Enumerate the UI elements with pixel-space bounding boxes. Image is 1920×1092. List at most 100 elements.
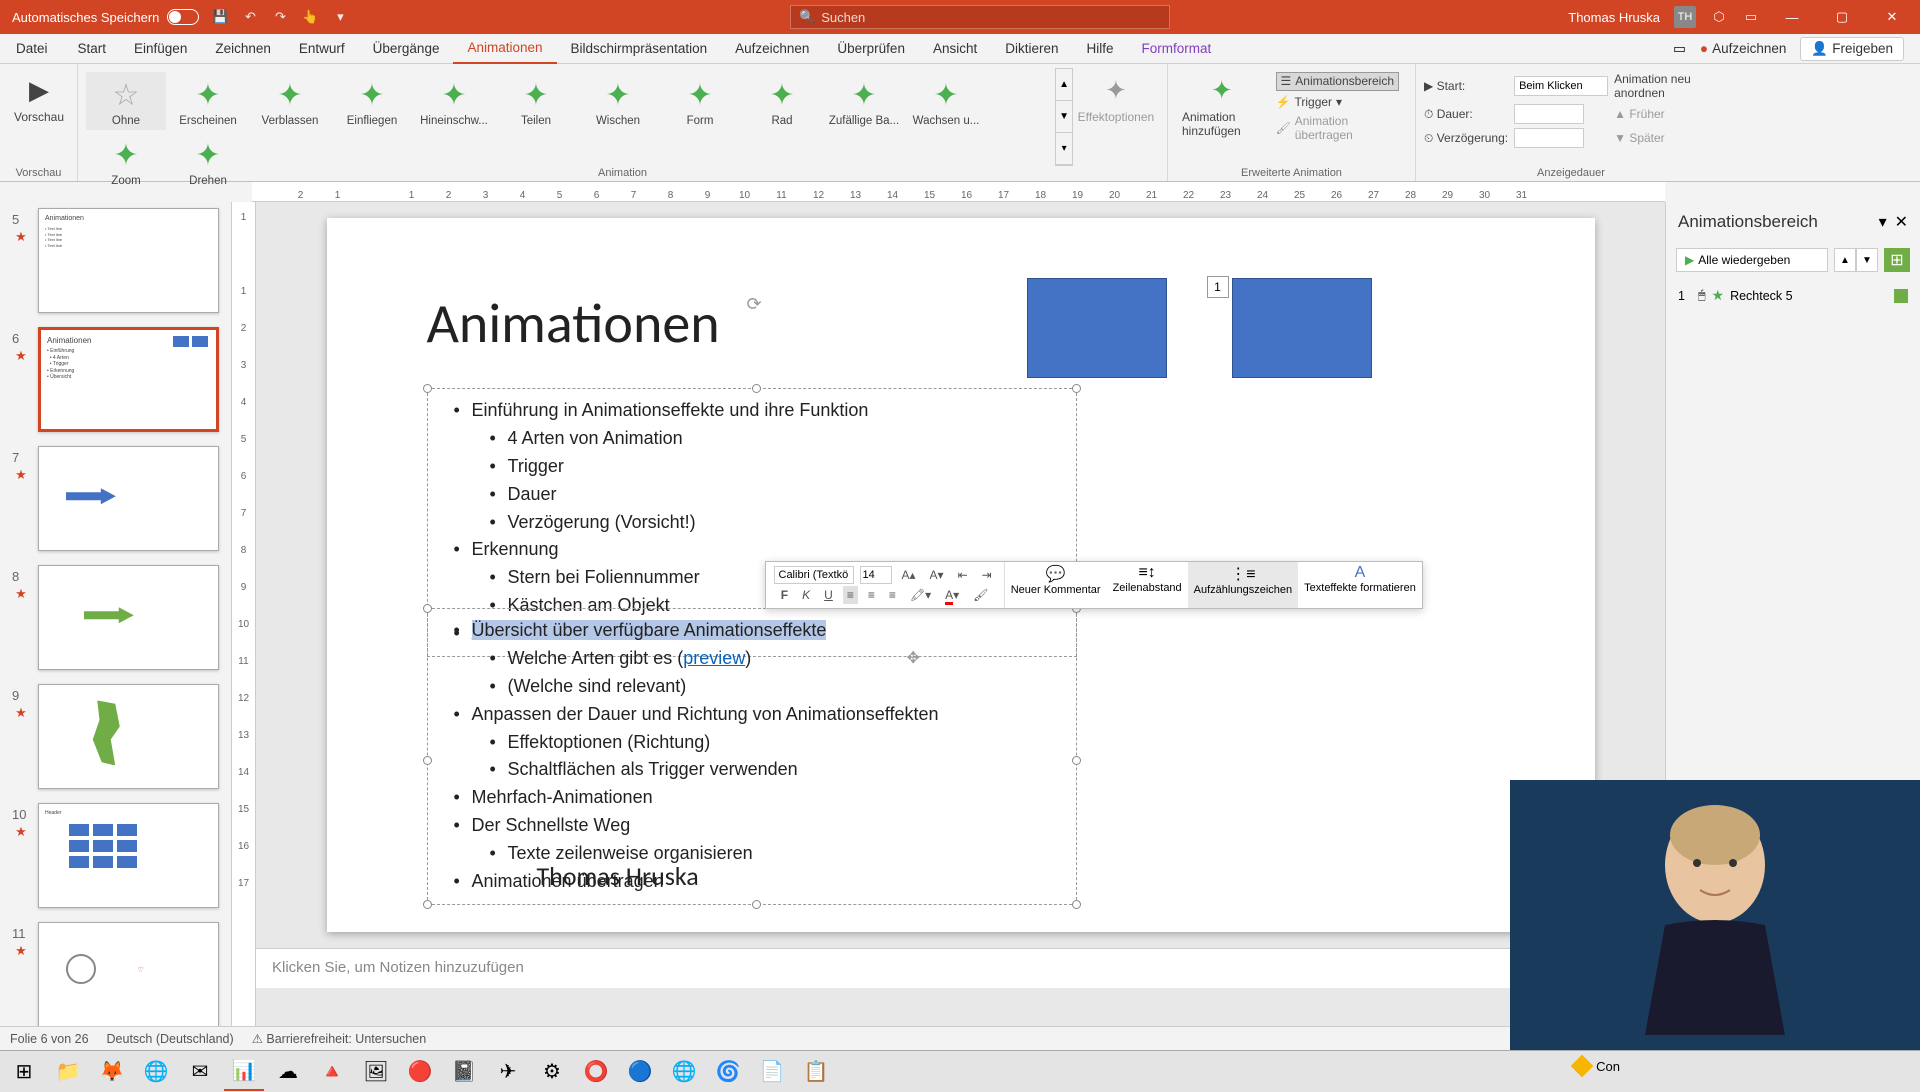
record-button[interactable]: ●Aufzeichnen: [1700, 41, 1786, 56]
slide-canvas[interactable]: Animationen ⟳ 1 Einführung in Animations…: [327, 218, 1595, 932]
tab-überprüfen[interactable]: Überprüfen: [823, 34, 919, 64]
anim-hineinschw...[interactable]: ✦Hineinschw...: [414, 72, 494, 130]
app-icon[interactable]: 🔺: [312, 1053, 352, 1091]
new-comment-button[interactable]: 💬Neuer Kommentar: [1005, 562, 1107, 608]
anim-einfliegen[interactable]: ✦Einfliegen: [332, 72, 412, 130]
trigger-button[interactable]: ⚡Trigger▾: [1276, 95, 1399, 110]
search-box[interactable]: 🔍: [790, 5, 1170, 29]
app-icon[interactable]: ⭕: [576, 1053, 616, 1091]
decrease-font-icon[interactable]: A▾: [926, 566, 948, 584]
save-icon[interactable]: 💾: [211, 8, 229, 26]
highlight-button[interactable]: 🖍▾: [906, 586, 935, 604]
font-color-button[interactable]: A▾: [941, 586, 963, 604]
anim-teilen[interactable]: ✦Teilen: [496, 72, 576, 130]
anim-none[interactable]: ☆Ohne: [86, 72, 166, 130]
tab-entwurf[interactable]: Entwurf: [285, 34, 359, 64]
align-left-button[interactable]: ≡: [843, 586, 858, 604]
language-status[interactable]: Deutsch (Deutschland): [107, 1032, 234, 1046]
edge-icon[interactable]: 🌀: [708, 1053, 748, 1091]
bold-button[interactable]: F: [777, 586, 792, 604]
tab-shapeformat[interactable]: Formformat: [1128, 34, 1226, 64]
preview-button[interactable]: ▶ Vorschau: [8, 68, 70, 128]
user-avatar[interactable]: TH: [1674, 6, 1696, 28]
anim-form[interactable]: ✦Form: [660, 72, 740, 130]
tab-aufzeichnen[interactable]: Aufzeichnen: [721, 34, 823, 64]
play-all-button[interactable]: ▶Alle wiedergeben: [1676, 248, 1828, 272]
anim-rad[interactable]: ✦Rad: [742, 72, 822, 130]
thumbnail-9[interactable]: 9★: [12, 684, 219, 789]
tab-hilfe[interactable]: Hilfe: [1073, 34, 1128, 64]
tab-diktieren[interactable]: Diktieren: [991, 34, 1072, 64]
align-center-button[interactable]: ≡: [864, 586, 879, 604]
bullet-text[interactable]: Übersicht über verfügbare Animationseffe…: [448, 617, 1056, 645]
app-icon[interactable]: 📋: [796, 1053, 836, 1091]
anim-wischen[interactable]: ✦Wischen: [578, 72, 658, 130]
text-box-2[interactable]: Übersicht über verfügbare Animationseffe…: [427, 608, 1077, 905]
slide-title[interactable]: Animationen: [427, 290, 720, 358]
search-input[interactable]: [821, 10, 1161, 25]
italic-button[interactable]: K: [798, 586, 814, 604]
app-icon[interactable]: 🔵: [620, 1053, 660, 1091]
undo-icon[interactable]: ↶: [241, 8, 259, 26]
anim-verblassen[interactable]: ✦Verblassen: [250, 72, 330, 130]
bullet-text[interactable]: Verzögerung (Vorsicht!): [448, 509, 1056, 537]
bullet-text[interactable]: Schaltflächen als Trigger verwenden: [448, 756, 1056, 784]
shape-rectangle-1[interactable]: [1027, 278, 1167, 378]
shape-rectangle-2[interactable]: [1232, 278, 1372, 378]
duration-input[interactable]: [1514, 104, 1584, 124]
bullet-text[interactable]: Anpassen der Dauer und Richtung von Anim…: [448, 701, 1056, 729]
bullet-text[interactable]: Trigger: [448, 453, 1056, 481]
close-pane-icon[interactable]: ✕: [1895, 212, 1908, 232]
tab-ansicht[interactable]: Ansicht: [919, 34, 991, 64]
tab-animationen[interactable]: Animationen: [453, 34, 556, 64]
bullet-text[interactable]: 4 Arten von Animation: [448, 425, 1056, 453]
animation-pane-button[interactable]: ☰Animationsbereich: [1276, 72, 1399, 91]
tab-einfügen[interactable]: Einfügen: [120, 34, 201, 64]
slide-counter[interactable]: Folie 6 von 26: [10, 1032, 89, 1046]
thumbnail-11[interactable]: 11★♡: [12, 922, 219, 1026]
notes-field[interactable]: Klicken Sie, um Notizen hinzuzufügen: [256, 948, 1665, 988]
app-icon[interactable]: 🖼: [356, 1053, 396, 1091]
anim-erscheinen[interactable]: ✦Erscheinen: [168, 72, 248, 130]
username-label[interactable]: Thomas Hruska: [1568, 10, 1660, 25]
thumbnail-8[interactable]: 8★: [12, 565, 219, 670]
timeline-toggle[interactable]: ⊞: [1884, 248, 1910, 272]
thumbnail-10[interactable]: 10★Header: [12, 803, 219, 908]
anim-wachsen u...[interactable]: ✦Wachsen u...: [906, 72, 986, 130]
mini-size-select[interactable]: 14: [860, 566, 892, 584]
line-spacing-button[interactable]: ≡↕Zeilenabstand: [1107, 562, 1188, 608]
bullet-text[interactable]: Mehrfach-Animationen: [448, 784, 1056, 812]
app-icon[interactable]: 🌐: [664, 1053, 704, 1091]
share-button[interactable]: 👤Freigeben: [1800, 37, 1904, 61]
increase-font-icon[interactable]: A▴: [898, 566, 920, 584]
accessibility-status[interactable]: ⚠ Barrierefreiheit: Untersuchen: [252, 1031, 426, 1046]
firefox-icon[interactable]: 🦊: [92, 1053, 132, 1091]
bullet-text[interactable]: Der Schnellste Weg: [448, 812, 1056, 840]
redo-icon[interactable]: ↷: [271, 8, 289, 26]
tab-übergänge[interactable]: Übergänge: [359, 34, 454, 64]
thumbnail-7[interactable]: 7★: [12, 446, 219, 551]
format-painter-icon[interactable]: 🖌: [969, 586, 992, 604]
coming-soon-icon[interactable]: ⬡: [1710, 8, 1728, 26]
explorer-icon[interactable]: 📁: [48, 1053, 88, 1091]
bullets-button[interactable]: ⋮≡Aufzählungszeichen: [1188, 562, 1298, 608]
collapse-ribbon-icon[interactable]: ▭: [1673, 41, 1686, 57]
move-down-button[interactable]: ▼: [1856, 248, 1878, 272]
thumbnail-5[interactable]: 5★Animationen• Text line• Text line• Tex…: [12, 208, 219, 313]
mini-font-select[interactable]: Calibri (Textkö: [774, 566, 854, 584]
add-animation-button[interactable]: ✦ Animation hinzufügen: [1176, 68, 1268, 142]
decrease-indent-icon[interactable]: ⇤: [954, 566, 972, 584]
chrome-icon[interactable]: 🌐: [136, 1053, 176, 1091]
text-effects-button[interactable]: ATexteffekte formatieren: [1298, 562, 1422, 608]
bullet-text[interactable]: Dauer: [448, 481, 1056, 509]
tab-file[interactable]: Datei: [0, 34, 64, 64]
taskbar[interactable]: ⊞ 📁 🦊 🌐 ✉ 📊 ☁ 🔺 🖼 🔴 📓 ✈ ⚙ ⭕ 🔵 🌐 🌀 📄 📋: [0, 1050, 1920, 1092]
bullet-text[interactable]: Effektoptionen (Richtung): [448, 729, 1056, 757]
animation-painter-button[interactable]: 🖌Animation übertragen: [1276, 113, 1399, 142]
anim-zufällige ba...[interactable]: ✦Zufällige Ba...: [824, 72, 904, 130]
ribbon-mode-icon[interactable]: ▭: [1742, 8, 1760, 26]
start-select[interactable]: [1514, 76, 1608, 96]
telegram-icon[interactable]: ✈: [488, 1053, 528, 1091]
onenote-icon[interactable]: 📓: [444, 1053, 484, 1091]
autosave-toggle[interactable]: Automatisches Speichern: [12, 9, 199, 25]
